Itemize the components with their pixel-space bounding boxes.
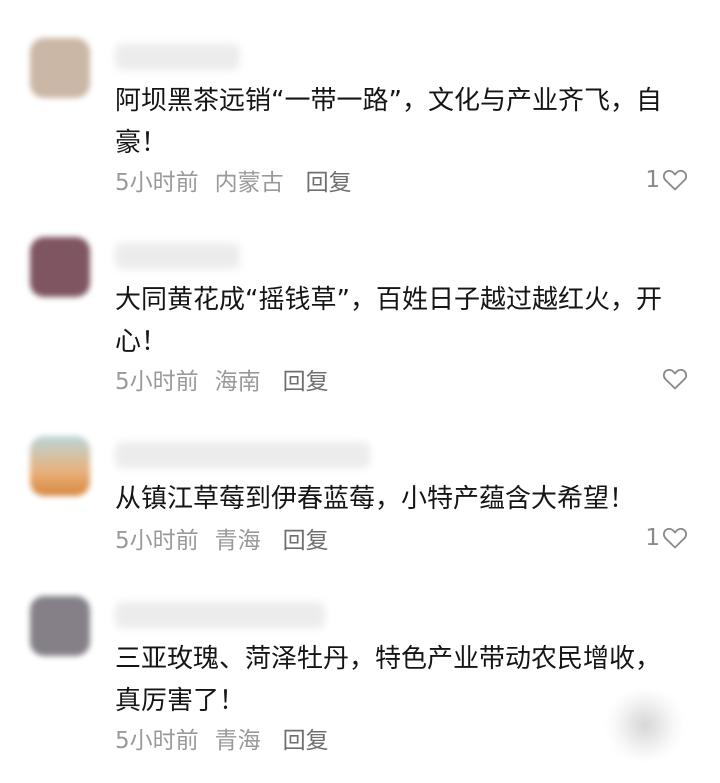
- comment-text: 三亚玫瑰、菏泽牡丹，特色产业带动农民增收，真厉害了！: [115, 644, 662, 716]
- reply-button[interactable]: 回复: [283, 362, 329, 396]
- comment-location: 内蒙古: [214, 170, 284, 196]
- username-blurred[interactable]: [115, 602, 325, 628]
- username-blurred[interactable]: [115, 44, 240, 70]
- comment-text: 大同黄花成“摇钱草”，百姓日子越过越红火，开心！: [115, 285, 662, 357]
- comment-time: 5小时前: [115, 528, 199, 554]
- comment-text: 从镇江草莓到伊春蓝莓，小特产蕴含大希望！: [115, 484, 636, 514]
- comment-meta: 5小时前 内蒙古 回复: [115, 162, 352, 198]
- like-count: 1: [645, 167, 660, 193]
- comment-time: 5小时前: [115, 170, 199, 196]
- like-button[interactable]: 1: [645, 520, 688, 556]
- reply-button[interactable]: 回复: [283, 721, 329, 755]
- avatar[interactable]: [30, 237, 90, 297]
- username-blurred[interactable]: [115, 442, 370, 468]
- avatar[interactable]: [30, 596, 90, 656]
- like-button[interactable]: 1: [645, 162, 688, 198]
- blurred-overlay: [605, 690, 685, 760]
- comment-meta: 5小时前 海南 回复: [115, 361, 329, 397]
- reply-button[interactable]: 回复: [283, 521, 329, 555]
- comment-meta: 5小时前 青海 回复: [115, 720, 329, 756]
- like-count: 1: [645, 525, 660, 551]
- comment-location: 青海: [214, 528, 261, 554]
- comment-location: 海南: [214, 369, 261, 395]
- heart-icon: [662, 368, 688, 390]
- heart-icon: [662, 169, 688, 191]
- comment-meta: 5小时前 青海 回复: [115, 520, 329, 556]
- comment-time: 5小时前: [115, 728, 199, 754]
- reply-button[interactable]: 回复: [306, 163, 352, 197]
- comment-time: 5小时前: [115, 369, 199, 395]
- comment-text: 阿坝黑茶远销“一带一路”，文化与产业齐飞，自豪！: [115, 86, 662, 158]
- avatar[interactable]: [30, 38, 90, 98]
- avatar[interactable]: [30, 436, 90, 496]
- username-blurred[interactable]: [115, 243, 240, 269]
- comment-location: 青海: [214, 728, 261, 754]
- heart-icon: [662, 527, 688, 549]
- like-button[interactable]: [660, 361, 688, 397]
